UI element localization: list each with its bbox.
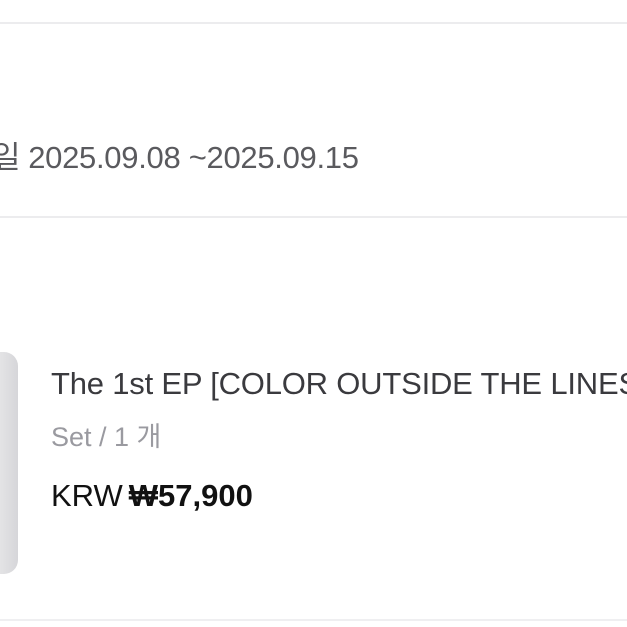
period-label: 일 xyxy=(0,140,21,175)
period-date-range: 2025.09.08 ~2025.09.15 xyxy=(28,140,359,175)
top-divider xyxy=(0,22,627,24)
section-divider xyxy=(0,216,627,218)
product-title[interactable]: The 1st EP [COLOR OUTSIDE THE LINES] xyxy=(51,366,627,402)
price-amount: ₩57,900 xyxy=(128,478,253,513)
price-currency: KRW xyxy=(51,478,123,513)
bottom-divider xyxy=(0,619,627,621)
order-detail-page: 일 2025.09.08 ~2025.09.15 The 1st EP [COLO… xyxy=(0,0,627,627)
product-thumbnail[interactable] xyxy=(0,352,18,574)
product-price: KRW ₩57,900 xyxy=(51,478,253,514)
product-option: Set / 1 개 xyxy=(51,422,162,452)
order-period-row: 일 2025.09.08 ~2025.09.15 xyxy=(0,140,359,176)
